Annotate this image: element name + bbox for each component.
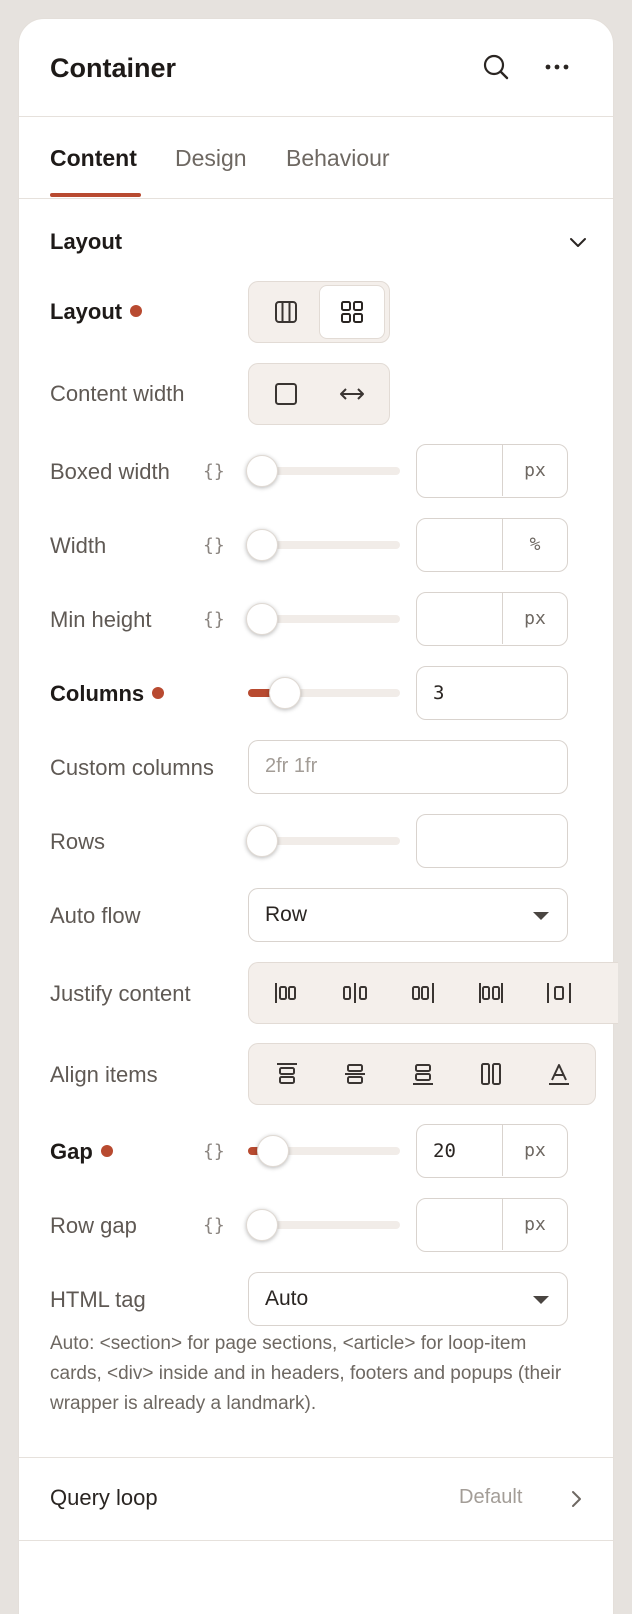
container-panel: Container Content Design Behaviour Layou… xyxy=(18,18,618,1614)
width-slider[interactable] xyxy=(246,529,400,561)
slider-handle[interactable] xyxy=(246,603,278,635)
dynamic-tags-icon[interactable]: {} xyxy=(203,535,225,556)
slider-handle[interactable] xyxy=(269,677,301,709)
layout-toggle xyxy=(248,281,390,343)
placeholder-text: 2fr 1fr xyxy=(265,755,318,777)
layout-label: Layout xyxy=(50,299,143,325)
html-tag-help-text: Auto: <section> for page sections, <arti… xyxy=(50,1333,562,1414)
gap-label-text: Gap xyxy=(50,1139,93,1164)
min-height-input[interactable]: px xyxy=(416,592,568,646)
input-value: 20 xyxy=(433,1140,456,1162)
row-gap-input[interactable]: px xyxy=(416,1198,568,1252)
modified-dot xyxy=(152,687,165,699)
unit-select[interactable]: px xyxy=(502,1125,567,1176)
full-width-icon[interactable] xyxy=(319,367,385,421)
layout-label-text: Layout xyxy=(50,299,123,324)
unit-select[interactable]: px xyxy=(502,1199,567,1250)
min-height-label: Min height xyxy=(50,607,152,632)
justify-start-icon[interactable] xyxy=(253,966,321,1020)
dynamic-tags-icon[interactable]: {} xyxy=(203,1141,225,1162)
content-width-label: Content width xyxy=(50,381,185,406)
dynamic-tags-icon[interactable]: {} xyxy=(203,609,225,630)
align-end-icon[interactable] xyxy=(389,1047,457,1101)
select-value: Auto xyxy=(265,1287,309,1310)
tab-design[interactable]: Design xyxy=(175,145,247,172)
modified-dot xyxy=(100,1145,113,1157)
tab-bar: Content Design Behaviour xyxy=(19,117,613,199)
auto-flow-select[interactable]: Row xyxy=(248,888,568,942)
auto-flow-label: Auto flow xyxy=(50,903,141,928)
justify-center-icon[interactable] xyxy=(321,966,389,1020)
flex-icon[interactable] xyxy=(253,285,319,339)
dropdown-caret-icon xyxy=(533,1296,549,1304)
columns-slider[interactable] xyxy=(248,677,400,709)
slider-handle[interactable] xyxy=(257,1135,289,1167)
justify-end-icon[interactable] xyxy=(389,966,457,1020)
more-horizontal-icon[interactable] xyxy=(541,51,573,83)
boxed-width-label: Boxed width xyxy=(50,459,170,484)
custom-columns-label: Custom columns xyxy=(50,755,214,780)
divider xyxy=(19,1457,613,1458)
gap-slider[interactable] xyxy=(248,1135,400,1167)
align-center-icon[interactable] xyxy=(321,1047,389,1101)
columns-label-text: Columns xyxy=(50,681,145,706)
html-tag-label: HTML tag xyxy=(50,1287,146,1312)
panel-header: Container xyxy=(19,19,613,117)
justify-space-around-icon[interactable] xyxy=(525,966,593,1020)
boxed-icon[interactable] xyxy=(253,367,319,421)
modified-dot xyxy=(130,305,143,317)
unit-select[interactable]: px xyxy=(502,593,567,644)
panel-title: Container xyxy=(50,53,177,83)
dropdown-caret-icon xyxy=(533,912,549,920)
boxed-width-slider[interactable] xyxy=(246,455,400,487)
html-tag-select[interactable]: Auto xyxy=(248,1272,568,1326)
width-label: Width xyxy=(50,533,107,558)
justify-space-between-icon[interactable] xyxy=(457,966,525,1020)
min-height-slider[interactable] xyxy=(246,603,400,635)
active-tab-indicator xyxy=(50,193,141,197)
columns-label: Columns xyxy=(50,681,165,707)
align-items-toggle xyxy=(248,1043,596,1105)
input-value: 3 xyxy=(433,682,445,704)
unit-select[interactable]: % xyxy=(502,519,567,570)
slider-handle[interactable] xyxy=(246,825,278,857)
divider xyxy=(19,1540,613,1541)
chevron-down-icon[interactable] xyxy=(567,231,589,258)
gap-input[interactable]: 20 px xyxy=(416,1124,568,1178)
query-loop-value: Default xyxy=(459,1486,523,1508)
unit-select[interactable]: px xyxy=(502,445,567,496)
tab-behaviour[interactable]: Behaviour xyxy=(286,145,390,172)
query-loop-label[interactable]: Query loop xyxy=(50,1485,158,1511)
align-baseline-icon[interactable] xyxy=(525,1047,593,1101)
align-items-label: Align items xyxy=(50,1062,158,1087)
grid-icon[interactable] xyxy=(319,285,385,339)
slider-handle[interactable] xyxy=(246,455,278,487)
chevron-right-icon[interactable] xyxy=(567,1489,585,1514)
section-title-layout[interactable]: Layout xyxy=(50,229,122,255)
dynamic-tags-icon[interactable]: {} xyxy=(203,461,225,482)
gap-label: Gap xyxy=(50,1139,113,1165)
select-value: Row xyxy=(265,903,308,926)
tab-content[interactable]: Content xyxy=(50,145,137,172)
justify-content-label: Justify content xyxy=(50,981,191,1006)
row-gap-label: Row gap xyxy=(50,1213,137,1238)
rows-input[interactable] xyxy=(416,814,568,868)
align-stretch-icon[interactable] xyxy=(457,1047,525,1101)
boxed-width-input[interactable]: px xyxy=(416,444,568,498)
slider-handle[interactable] xyxy=(246,1209,278,1241)
justify-content-toggle xyxy=(248,962,618,1024)
width-input[interactable]: % xyxy=(416,518,568,572)
rows-slider[interactable] xyxy=(246,825,400,857)
row-gap-slider[interactable] xyxy=(246,1209,400,1241)
columns-input[interactable]: 3 xyxy=(416,666,568,720)
dynamic-tags-icon[interactable]: {} xyxy=(203,1215,225,1236)
custom-columns-input[interactable]: 2fr 1fr xyxy=(248,740,568,794)
slider-handle[interactable] xyxy=(246,529,278,561)
content-width-toggle xyxy=(248,363,390,425)
align-start-icon[interactable] xyxy=(253,1047,321,1101)
rows-label: Rows xyxy=(50,829,106,854)
search-icon[interactable] xyxy=(480,51,512,83)
